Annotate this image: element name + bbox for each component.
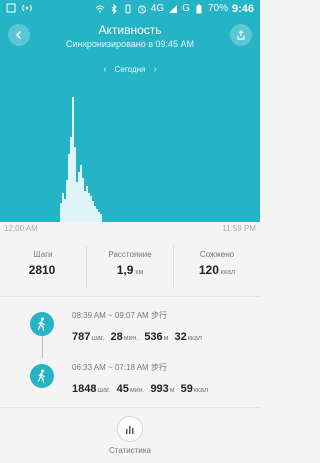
battery-percent: 70% — [207, 3, 228, 14]
network-type-secondary: G — [182, 3, 190, 14]
axis-end-label: 11:59 PM — [222, 224, 256, 233]
share-button[interactable] — [230, 24, 252, 46]
gallery-icon — [6, 3, 16, 13]
activity-distance: 536 — [144, 331, 163, 343]
stat-label: Расстояние — [108, 250, 152, 259]
activity-minutes: 45 — [116, 383, 129, 395]
statistics-label: Статистика — [108, 446, 151, 455]
sync-status: Синхронизировано в 09:45 AM — [65, 39, 195, 49]
prev-day-button[interactable]: ‹ — [103, 64, 106, 74]
activity-kcal: 32 — [174, 331, 187, 343]
page-title: Активность — [98, 23, 162, 37]
activity-steps: 1848 — [72, 383, 97, 395]
walk-icon — [30, 364, 54, 388]
alarm-icon — [137, 5, 146, 14]
activity-minutes: 28 — [110, 331, 123, 343]
activity-time: 06:33 AM ~ 07:18 AM 步行 — [72, 363, 167, 372]
date-label: Сегодня — [114, 65, 146, 74]
signal-icon — [169, 5, 178, 13]
bluetooth-icon — [111, 4, 117, 14]
stat-value: 120 — [198, 263, 219, 277]
hotspot-icon — [22, 4, 32, 12]
activity-minutes-unit: мин. — [129, 387, 145, 394]
activity-row[interactable]: 06:33 AM ~ 07:18 AM 步行 1848шаг. 45мин. 9… — [72, 362, 252, 397]
activity-row[interactable]: 08:39 AM ~ 09:07 AM 步行 787шаг. 28мин. 53… — [72, 310, 252, 345]
activity-minutes-unit: мин. — [123, 335, 139, 342]
daily-summary: Шаги 2810 Расстояние 1,9 км Сожжено 120 кк… — [0, 246, 260, 288]
activity-distance-unit: м — [169, 387, 175, 394]
statistics-circle[interactable] — [117, 416, 143, 442]
stat-value: 2810 — [28, 263, 56, 277]
activity-steps-unit: шаг. — [91, 335, 105, 342]
stat-distance: Расстояние 1,9 км — [87, 246, 174, 288]
activity-kcal-unit: ккал — [193, 387, 209, 394]
stat-value: 1,9 — [116, 263, 134, 277]
stat-unit: км — [135, 269, 144, 276]
bar-chart-icon — [126, 426, 134, 434]
stat-steps: Шаги 2810 — [0, 246, 87, 288]
timeline-connector — [42, 336, 43, 358]
walk-icon — [30, 312, 54, 336]
activity-kcal: 59 — [180, 383, 193, 395]
clock: 9:46 — [231, 3, 254, 15]
statistics-button[interactable]: Статистика — [0, 408, 260, 463]
axis-start-label: 12:00 AM — [4, 224, 38, 233]
stat-label: Шаги — [33, 250, 53, 259]
vibrate-icon — [125, 4, 131, 14]
date-navigator: ‹ Сегодня › — [0, 64, 260, 74]
status-bar: 4G G 70% 9:46 — [0, 0, 260, 18]
battery-icon — [196, 4, 202, 14]
share-icon — [237, 30, 245, 40]
activity-time: 08:39 AM ~ 09:07 AM 步行 — [72, 311, 167, 320]
activity-steps: 787 — [72, 331, 91, 343]
stat-unit: ккал — [220, 269, 236, 276]
activity-distance-unit: м — [163, 335, 169, 342]
network-type: 4G — [150, 3, 165, 14]
activity-distance: 993 — [150, 383, 169, 395]
stat-calories: Сожжено 120 ккал — [174, 246, 260, 288]
activity-kcal-unit: ккал — [187, 335, 202, 342]
activity-steps-unit: шаг. — [97, 387, 111, 394]
time-axis: 12:00 AM 11:59 PM — [0, 222, 260, 236]
divider — [0, 296, 260, 297]
wifi-icon — [95, 5, 105, 13]
stat-label: Сожжено — [199, 250, 235, 259]
chart-bar — [100, 214, 102, 222]
next-day-button[interactable]: › — [154, 64, 157, 74]
